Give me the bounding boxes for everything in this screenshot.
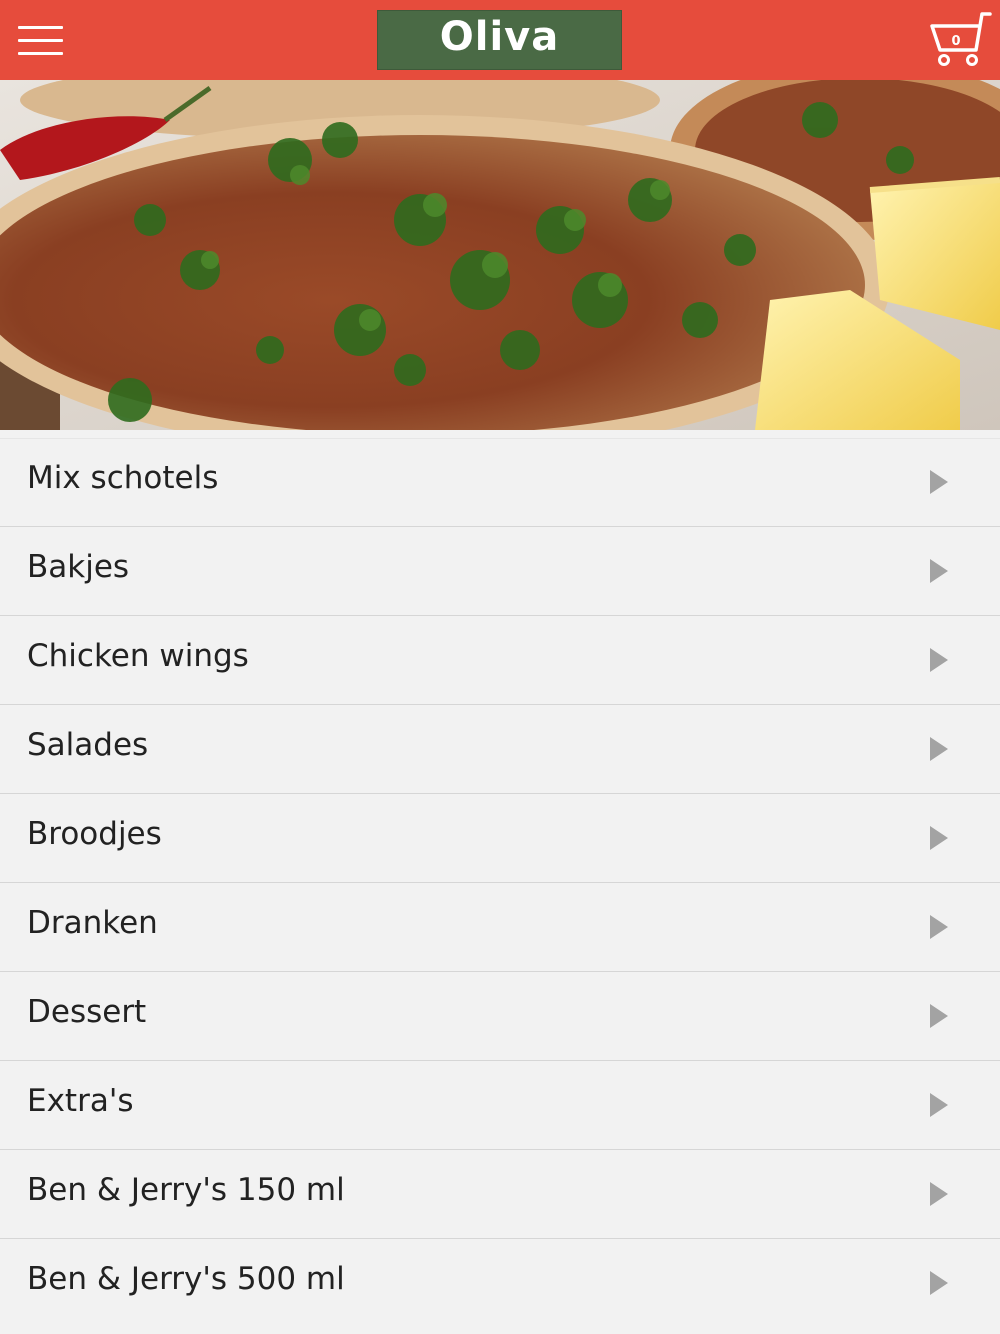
category-item-extras[interactable]: Extra's xyxy=(0,1060,1000,1149)
cart-count-badge: 0 xyxy=(951,34,961,49)
brand-logo[interactable]: Oliva xyxy=(377,10,622,70)
category-label: Extra's xyxy=(27,1083,134,1119)
category-label: Broodjes xyxy=(27,816,162,852)
chevron-right-icon xyxy=(930,470,948,494)
category-item-ben-jerrys-500[interactable]: Ben & Jerry's 500 ml xyxy=(0,1238,1000,1327)
category-item-broodjes[interactable]: Broodjes xyxy=(0,793,1000,882)
category-item-bakjes[interactable]: Bakjes xyxy=(0,526,1000,615)
chevron-right-icon xyxy=(930,1004,948,1028)
category-item-dessert[interactable]: Dessert xyxy=(0,971,1000,1060)
category-label: Ben & Jerry's 500 ml xyxy=(27,1261,345,1297)
chevron-right-icon xyxy=(930,648,948,672)
chevron-right-icon xyxy=(930,737,948,761)
chevron-right-icon xyxy=(930,1093,948,1117)
category-item-chicken-wings[interactable]: Chicken wings xyxy=(0,615,1000,704)
chevron-right-icon xyxy=(930,826,948,850)
chevron-right-icon xyxy=(930,1182,948,1206)
category-label: Chicken wings xyxy=(27,638,249,674)
cart-button[interactable]: 0 xyxy=(926,10,994,70)
category-item-salades[interactable]: Salades xyxy=(0,704,1000,793)
category-item-mix-schotels[interactable]: Mix schotels xyxy=(0,430,1000,526)
logo-text: Oliva xyxy=(439,14,560,60)
category-label: Salades xyxy=(27,727,149,763)
chevron-right-icon xyxy=(930,559,948,583)
category-label: Dranken xyxy=(27,905,158,941)
category-item-ben-jerrys-150[interactable]: Ben & Jerry's 150 ml xyxy=(0,1149,1000,1238)
category-label: Mix schotels xyxy=(27,460,219,496)
app-header: Oliva 0 xyxy=(0,0,1000,80)
category-list: Mix schotels Bakjes Chicken wings Salade… xyxy=(0,430,1000,1327)
category-label: Dessert xyxy=(27,994,147,1030)
hamburger-menu-icon xyxy=(18,26,63,29)
chevron-right-icon xyxy=(930,1271,948,1295)
menu-button[interactable] xyxy=(14,18,68,62)
category-label: Bakjes xyxy=(27,549,130,585)
category-item-dranken[interactable]: Dranken xyxy=(0,882,1000,971)
category-label: Ben & Jerry's 150 ml xyxy=(27,1172,345,1208)
chevron-right-icon xyxy=(930,915,948,939)
hero-food-image xyxy=(0,80,1000,430)
